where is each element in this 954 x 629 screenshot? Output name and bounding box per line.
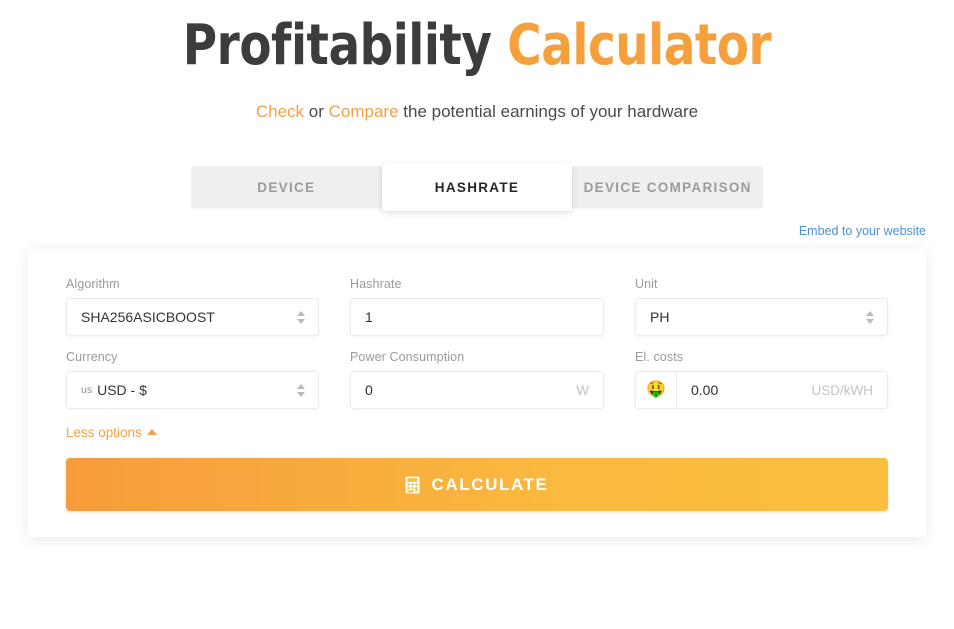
calculator-card: Algorithm SHA256ASICBOOST Hashrate 1 Uni…: [28, 249, 926, 537]
form-grid: Algorithm SHA256ASICBOOST Hashrate 1 Uni…: [66, 277, 888, 423]
hashrate-label: Hashrate: [350, 277, 402, 291]
currency-select[interactable]: us USD - $: [66, 371, 319, 409]
less-options-label: Less options: [66, 425, 142, 440]
chevron-updown-icon[interactable]: [288, 299, 314, 335]
tab-bar: DEVICE HASHRATE DEVICE COMPARISON: [191, 163, 763, 211]
hashrate-value: 1: [365, 309, 373, 325]
power-consumption-unit: W: [576, 382, 589, 398]
power-consumption-value: 0: [365, 382, 373, 398]
algorithm-value: SHA256ASICBOOST: [81, 309, 215, 325]
subtitle-text: the potential earnings of your hardware: [398, 102, 699, 121]
tab-device[interactable]: DEVICE: [191, 166, 382, 208]
el-costs-unit: USD/kWH: [811, 382, 874, 398]
tab-hashrate[interactable]: HASHRATE: [381, 163, 573, 211]
compare-link[interactable]: Compare: [329, 102, 399, 121]
power-consumption-input[interactable]: 0 W: [350, 371, 604, 409]
money-mouth-face-icon: 🤑: [636, 372, 677, 408]
field-hashrate: Hashrate 1: [350, 277, 604, 350]
calculator-icon: [405, 476, 420, 493]
field-unit: Unit PH: [635, 277, 888, 350]
chevron-updown-icon[interactable]: [857, 299, 883, 335]
page-title: Profitability Calculator: [33, 0, 920, 78]
less-options-toggle[interactable]: Less options: [66, 425, 157, 440]
el-costs-input[interactable]: 🤑 0.00 USD/kWH: [635, 371, 888, 409]
calculator-card-wrapper: Algorithm SHA256ASICBOOST Hashrate 1 Uni…: [0, 238, 954, 537]
page-subtitle: Check or Compare the potential earnings …: [0, 78, 954, 124]
tabs-container: DEVICE HASHRATE DEVICE COMPARISON: [0, 124, 954, 211]
field-algorithm: Algorithm SHA256ASICBOOST: [66, 277, 319, 350]
currency-value: USD - $: [97, 382, 147, 398]
el-costs-value: 0.00: [691, 382, 719, 398]
unit-select[interactable]: PH: [635, 298, 888, 336]
power-consumption-label: Power Consumption: [350, 350, 465, 364]
unit-value: PH: [650, 309, 670, 325]
el-costs-label: El. costs: [635, 350, 684, 364]
hashrate-input[interactable]: 1: [350, 298, 604, 336]
profitability-calculator-page: Profitability Calculator Check or Compar…: [0, 0, 954, 629]
tab-device-comparison[interactable]: DEVICE COMPARISON: [572, 166, 763, 208]
embed-to-your-website-link[interactable]: Embed to your website: [799, 224, 926, 238]
algorithm-select[interactable]: SHA256ASICBOOST: [66, 298, 319, 336]
field-power-consumption: Power Consumption 0 W: [350, 350, 604, 423]
field-currency: Currency us USD - $: [66, 350, 319, 423]
field-el-costs: El. costs 🤑 0.00 USD/kWH: [635, 350, 888, 423]
algorithm-label: Algorithm: [66, 277, 120, 291]
currency-label: Currency: [66, 350, 118, 364]
page-title-accent: Calculator: [507, 13, 772, 78]
subtitle-conjunction: or: [304, 102, 329, 121]
currency-country-code: us: [81, 384, 93, 396]
page-title-main: Profitability: [182, 13, 492, 78]
calculate-button-label: CALCULATE: [431, 474, 549, 494]
unit-label: Unit: [635, 277, 658, 291]
check-link[interactable]: Check: [256, 102, 304, 121]
embed-row: Embed to your website: [0, 208, 954, 238]
calculate-button[interactable]: CALCULATE: [66, 458, 888, 511]
caret-up-icon: [146, 428, 157, 435]
chevron-updown-icon[interactable]: [288, 372, 314, 408]
